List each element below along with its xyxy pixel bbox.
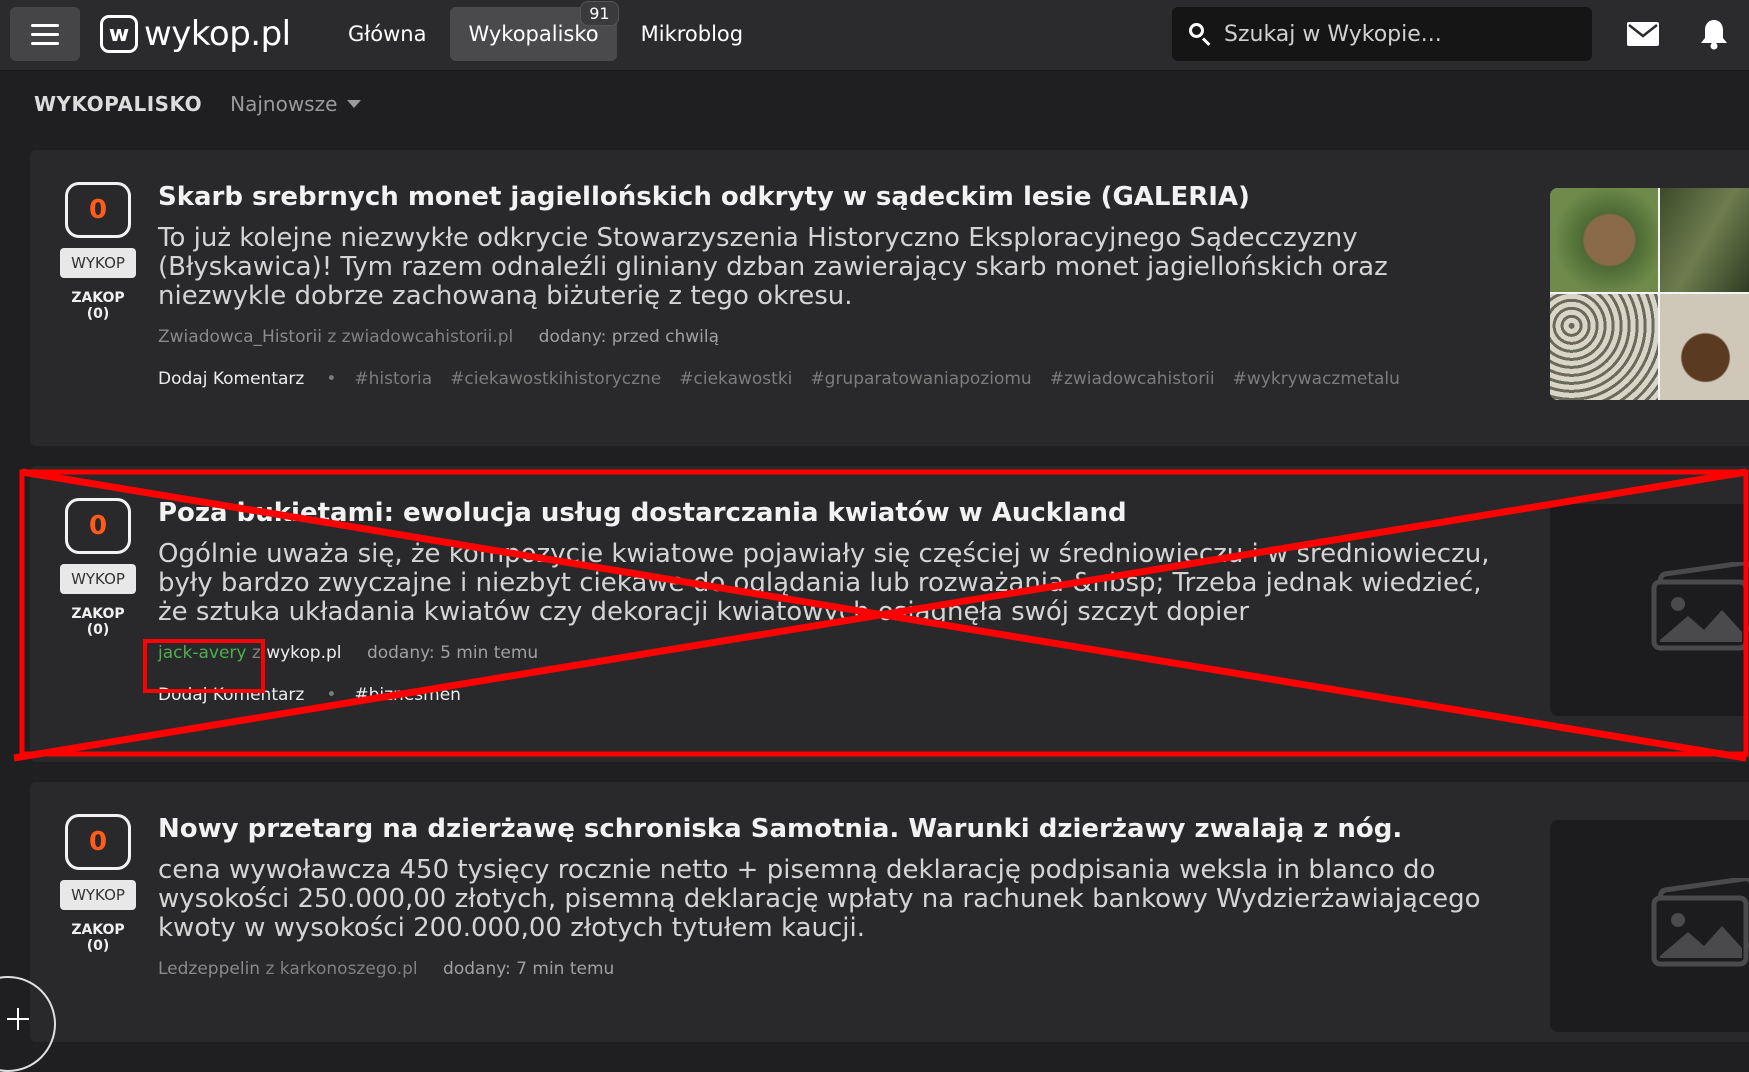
zakop-button[interactable]: ZAKOP (0) xyxy=(58,290,138,322)
post-source[interactable]: wykop.pl xyxy=(266,643,341,663)
post-meta: Ledzeppelin z karkonoszego.pl dodany: 7 … xyxy=(158,959,1518,979)
menu-line xyxy=(31,41,59,45)
vote-count: 0 xyxy=(65,814,131,870)
separator-dot: • xyxy=(326,369,337,389)
post-meta: Zwiadowca_Historii z zwiadowcahistorii.p… xyxy=(158,327,1518,347)
post-card: 0 WYKOP ZAKOP (0) Nowy przetarg na dzier… xyxy=(30,782,1749,1042)
main-nav: Główna Wykopalisko 91 Mikroblog xyxy=(330,1,767,61)
post-source[interactable]: z zwiadowcahistorii.pl xyxy=(327,327,513,347)
image-placeholder-icon xyxy=(1651,878,1749,967)
hamburger-menu-button[interactable] xyxy=(10,7,80,61)
menu-line xyxy=(31,23,59,27)
zakop-button[interactable]: ZAKOP (0) xyxy=(58,606,138,638)
vote-count: 0 xyxy=(65,182,131,238)
post-tags: Dodaj Komentarz • #biznesmen xyxy=(158,685,1518,705)
post-title[interactable]: Nowy przetarg na dzierżawę schroniska Sa… xyxy=(158,812,1518,846)
nav-label: Główna xyxy=(348,22,427,46)
thumbnail-photo xyxy=(1550,188,1658,292)
nav-label: Wykopalisko xyxy=(468,22,599,46)
wykop-button[interactable]: WYKOP xyxy=(60,880,136,910)
add-comment-link[interactable]: Dodaj Komentarz xyxy=(158,369,304,389)
post-source-prefix: z xyxy=(251,643,261,663)
post-description: cena wywoławcza 450 tysięcy rocznie nett… xyxy=(158,855,1481,943)
wykop-logo[interactable]: w wykop.pl xyxy=(100,12,291,56)
plus-icon xyxy=(7,1008,29,1030)
tag-link[interactable]: #biznesmen xyxy=(354,685,461,705)
separator-dot: • xyxy=(326,685,337,705)
tag-link[interactable]: #zwiadowcahistorii xyxy=(1050,369,1215,389)
post-thumbnail[interactable] xyxy=(1550,504,1749,716)
nav-count-badge: 91 xyxy=(580,1,619,26)
post-title[interactable]: Skarb srebrnych monet jagiellońskich odk… xyxy=(158,180,1518,214)
search-input[interactable] xyxy=(1222,20,1566,48)
post-source[interactable]: z karkonoszego.pl xyxy=(265,959,417,979)
post-card: 0 WYKOP ZAKOP (0) Skarb srebrnych monet … xyxy=(30,150,1749,446)
vote-box: 0 WYKOP ZAKOP (0) xyxy=(58,182,138,322)
nav-item-wykopalisko[interactable]: Wykopalisko 91 xyxy=(450,1,619,61)
post-description: Ogólnie uważa się, że kompozycje kwiatow… xyxy=(158,539,1490,627)
post-content: Skarb srebrnych monet jagiellońskich odk… xyxy=(158,180,1518,389)
post-thumbnail[interactable] xyxy=(1550,188,1749,400)
post-meta: jack-avery z wykop.pl dodany: 5 min temu xyxy=(158,643,1518,663)
post-card: 0 WYKOP ZAKOP (0) Poza bukietami: ewoluc… xyxy=(30,466,1749,762)
post-title[interactable]: Poza bukietami: ewolucja usług dostarcza… xyxy=(158,496,1518,530)
vote-count: 0 xyxy=(65,498,131,554)
page-header: WYKOPALISKO Najnowsze xyxy=(34,92,362,116)
mail-icon[interactable] xyxy=(1627,22,1659,46)
post-added-time: dodany: 7 min temu xyxy=(443,959,615,979)
search-bar[interactable] xyxy=(1172,7,1592,61)
thumbnail-photo xyxy=(1660,294,1749,400)
post-added-time: dodany: przed chwilą xyxy=(538,327,720,347)
wykop-button[interactable]: WYKOP xyxy=(60,248,136,278)
top-bar: w wykop.pl Główna Wykopalisko 91 Mikrobl… xyxy=(0,0,1749,71)
post-thumbnail[interactable] xyxy=(1550,820,1749,1032)
tag-link[interactable]: #wykrywaczmetalu xyxy=(1233,369,1400,389)
logo-text: wykop.pl xyxy=(144,14,291,54)
post-author[interactable]: jack-avery xyxy=(158,643,246,663)
add-comment-link[interactable]: Dodaj Komentarz xyxy=(158,685,304,705)
nav-label: Mikroblog xyxy=(640,22,744,46)
post-description: To już kolejne niezwykłe odkrycie Stowar… xyxy=(158,223,1388,311)
tag-link[interactable]: #historia xyxy=(354,369,432,389)
sort-dropdown[interactable]: Najnowsze xyxy=(230,92,362,116)
post-tags: Dodaj Komentarz • #historia #ciekawostki… xyxy=(158,369,1518,389)
post-added-time: dodany: 5 min temu xyxy=(366,643,539,663)
sort-label: Najnowsze xyxy=(230,92,338,116)
menu-line xyxy=(31,32,59,36)
post-content: Poza bukietami: ewolucja usług dostarcza… xyxy=(158,496,1518,705)
post-author[interactable]: Zwiadowca_Historii xyxy=(158,327,322,347)
chevron-down-icon xyxy=(347,100,362,108)
image-placeholder-icon xyxy=(1651,562,1749,651)
wykop-button[interactable]: WYKOP xyxy=(60,564,136,594)
nav-item-glowna[interactable]: Główna xyxy=(330,7,444,61)
post-author[interactable]: Ledzeppelin xyxy=(158,959,260,979)
tag-link[interactable]: #ciekawostki xyxy=(679,369,792,389)
tag-link[interactable]: #gruparatowaniapoziomu xyxy=(810,369,1031,389)
post-content: Nowy przetarg na dzierżawę schroniska Sa… xyxy=(158,812,1518,979)
logo-mark: w xyxy=(100,15,138,53)
thumbnail-photo xyxy=(1660,188,1749,292)
tag-link[interactable]: #ciekawostkihistoryczne xyxy=(450,369,661,389)
vote-box: 0 WYKOP ZAKOP (0) xyxy=(58,498,138,638)
search-icon[interactable] xyxy=(1188,22,1212,46)
zakop-button[interactable]: ZAKOP (0) xyxy=(58,922,138,954)
vote-box: 0 WYKOP ZAKOP (0) xyxy=(58,814,138,954)
thumbnail-photo xyxy=(1550,294,1658,400)
page-title: WYKOPALISKO xyxy=(34,92,203,116)
nav-item-mikroblog[interactable]: Mikroblog xyxy=(623,7,761,61)
bell-icon[interactable] xyxy=(1699,18,1729,50)
